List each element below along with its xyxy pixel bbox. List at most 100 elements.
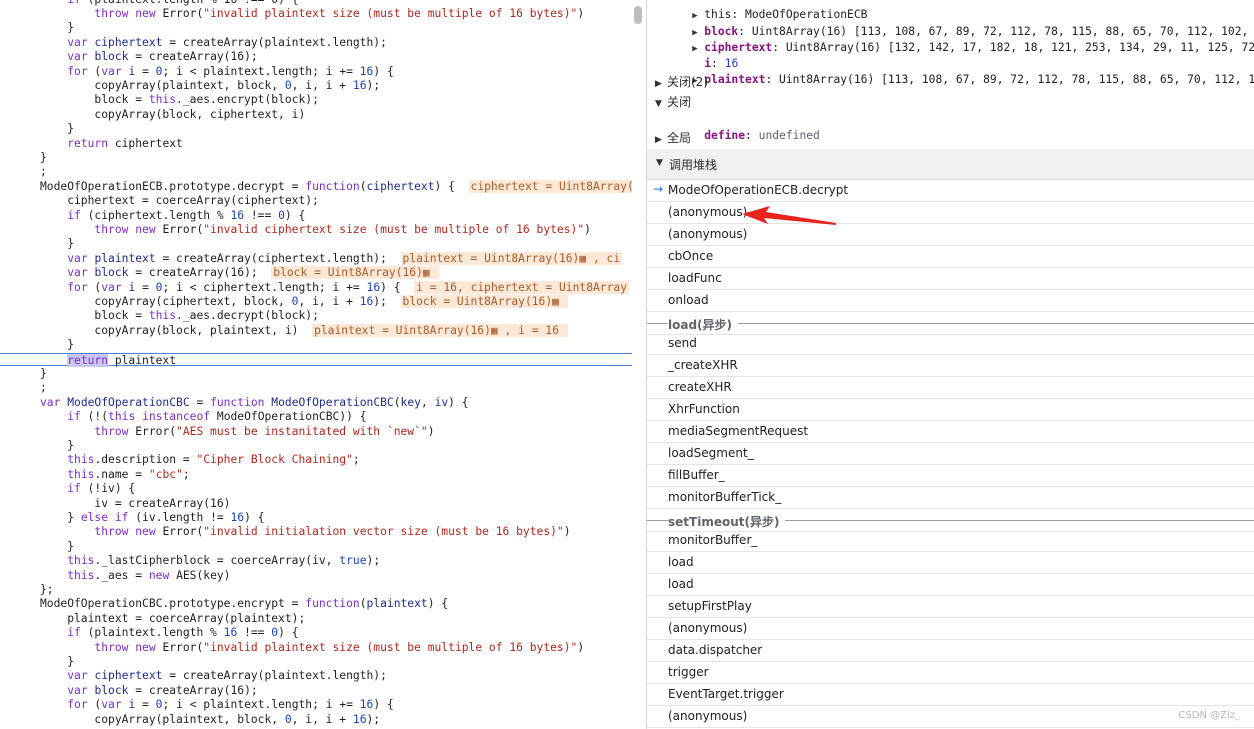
code-line[interactable]: throw Error("AES must be instanitated wi… bbox=[0, 425, 632, 439]
scope-var-block[interactable]: ▶ block: Uint8Array(16) [113, 108, 67, 89… bbox=[665, 8, 1254, 38]
scope-var-plaintext[interactable]: ▶ plaintext: Uint8Array(16) [113, 108, 67… bbox=[665, 56, 1254, 86]
call-frame[interactable]: setupFirstPlay bbox=[647, 596, 1254, 618]
code-line[interactable]: plaintext = coerceArray(plaintext); bbox=[0, 612, 632, 626]
code-line[interactable]: } bbox=[0, 21, 632, 35]
code-line[interactable]: } bbox=[0, 338, 632, 352]
code-line[interactable]: var block = createArray(16); bbox=[0, 684, 632, 698]
code-line[interactable]: block = this._aes.decrypt(block); bbox=[0, 309, 632, 323]
code-line[interactable]: throw new Error("invalid ciphertext size… bbox=[0, 223, 632, 237]
call-frame[interactable]: load bbox=[647, 552, 1254, 574]
code-line[interactable]: copyArray(block, plaintext, i) plaintext… bbox=[0, 323, 632, 338]
code-line[interactable]: }; bbox=[0, 583, 632, 597]
code-line[interactable]: this.description = "Cipher Block Chainin… bbox=[0, 453, 632, 467]
code-line[interactable]: } bbox=[0, 655, 632, 669]
call-frame[interactable]: send bbox=[647, 333, 1254, 355]
code-editor[interactable]: if (plaintext.length % 16 !== 0) { throw… bbox=[0, 0, 632, 729]
call-frame[interactable]: mediaSegmentRequest bbox=[647, 421, 1254, 443]
code-line[interactable]: for (var i = 0; i < ciphertext.length; i… bbox=[0, 280, 632, 295]
call-stack-header[interactable]: ▼ 调用堆栈 bbox=[647, 149, 1254, 180]
code-line[interactable]: throw new Error("invalid plaintext size … bbox=[0, 7, 632, 21]
scope-closure2[interactable]: ▶ 关闭(2) bbox=[655, 73, 708, 91]
code-line[interactable]: } bbox=[0, 439, 632, 453]
keyword: var bbox=[67, 251, 88, 265]
code-line[interactable]: ; bbox=[0, 165, 632, 179]
code-line[interactable]: if (!(this instanceof ModeOfOperationCBC… bbox=[0, 410, 632, 424]
expand-triangle-icon[interactable]: ▶ bbox=[655, 131, 667, 149]
code-line[interactable]: copyArray(plaintext, block, 0, i, i + 16… bbox=[0, 79, 632, 93]
scope-var-define[interactable]: define: undefined bbox=[677, 112, 820, 142]
code-text: ( bbox=[87, 280, 102, 294]
scope-var-i[interactable]: i: 16 bbox=[677, 40, 738, 70]
call-frame[interactable]: trigger bbox=[647, 662, 1254, 684]
call-frame[interactable]: monitorBuffer_ bbox=[647, 530, 1254, 552]
call-frame[interactable]: (anonymous) bbox=[647, 224, 1254, 246]
code-line[interactable]: for (var i = 0; i < plaintext.length; i … bbox=[0, 698, 632, 712]
code-line[interactable]: if (plaintext.length % 16 !== 0) { bbox=[0, 0, 632, 7]
call-frame[interactable]: (anonymous) bbox=[647, 202, 1254, 224]
code-line[interactable]: var plaintext = createArray(ciphertext.l… bbox=[0, 251, 632, 266]
expand-triangle-icon[interactable]: ▶ bbox=[655, 75, 667, 93]
call-frame[interactable]: data.dispatcher bbox=[647, 640, 1254, 662]
code-line[interactable]: return ciphertext bbox=[0, 137, 632, 151]
call-frame[interactable]: monitorBufferTick_ bbox=[647, 487, 1254, 509]
scope-var-ciphertext[interactable]: ▶ ciphertext: Uint8Array(16) [132, 142, 1… bbox=[665, 24, 1254, 54]
call-frame[interactable]: createXHR bbox=[647, 377, 1254, 399]
code-line[interactable]: copyArray(block, ciphertext, i) bbox=[0, 108, 632, 122]
code-line[interactable]: for (var i = 0; i < plaintext.length; i … bbox=[0, 65, 632, 79]
code-line-current[interactable]: return plaintext bbox=[0, 352, 632, 367]
collapse-triangle-icon[interactable]: ▼ bbox=[655, 95, 667, 113]
call-frame-label: data.dispatcher bbox=[668, 643, 763, 657]
call-frame[interactable]: fillBuffer_ bbox=[647, 465, 1254, 487]
code-line[interactable]: var block = createArray(16); block = Uin… bbox=[0, 266, 632, 280]
code-line[interactable]: ModeOfOperationCBC.prototype.encrypt = f… bbox=[0, 597, 632, 611]
call-frame[interactable]: XhrFunction bbox=[647, 399, 1254, 421]
code-line[interactable]: } bbox=[0, 237, 632, 251]
code-line[interactable]: if (plaintext.length % 16 !== 0) { bbox=[0, 626, 632, 640]
code-line[interactable]: copyArray(plaintext, block, 0, i, i + 16… bbox=[0, 713, 632, 727]
code-line[interactable]: if (!iv) { bbox=[0, 482, 632, 496]
code-line[interactable]: this._aes = new AES(key) bbox=[0, 569, 632, 583]
code-line[interactable]: ModeOfOperationECB.prototype.decrypt = f… bbox=[0, 179, 632, 194]
call-frame-label: (anonymous) bbox=[668, 709, 748, 723]
code-text: ciphertext bbox=[108, 136, 183, 150]
code-line[interactable]: block = this._aes.encrypt(block); bbox=[0, 93, 632, 107]
editor-scrollbar[interactable] bbox=[634, 6, 642, 24]
collapse-triangle-icon[interactable]: ▼ bbox=[656, 158, 668, 168]
code-line[interactable]: } bbox=[0, 151, 632, 165]
call-frame[interactable]: (anonymous) bbox=[647, 706, 1254, 728]
scope-this-row[interactable]: ▶ this: ModeOfOperationECB bbox=[665, 0, 867, 21]
call-frame[interactable]: load bbox=[647, 574, 1254, 596]
code-line[interactable]: ciphertext = coerceArray(ciphertext); bbox=[0, 194, 632, 208]
string-literal: "invalid plaintext size (must be multipl… bbox=[203, 6, 578, 20]
code-line[interactable]: this.name = "cbc"; bbox=[0, 468, 632, 482]
call-frame[interactable]: EventTarget.trigger bbox=[647, 684, 1254, 706]
code-line[interactable]: throw new Error("invalid initialation ve… bbox=[0, 525, 632, 539]
call-frame[interactable]: _createXHR bbox=[647, 355, 1254, 377]
code-line[interactable]: } bbox=[0, 540, 632, 554]
code-line[interactable]: if (ciphertext.length % 16 !== 0) { bbox=[0, 209, 632, 223]
code-line[interactable]: throw new Error("invalid plaintext size … bbox=[0, 641, 632, 655]
code-line[interactable]: var ciphertext = createArray(plaintext.l… bbox=[0, 669, 632, 683]
call-frame[interactable]: (anonymous) bbox=[647, 618, 1254, 640]
scope-global[interactable]: ▶ 全局 bbox=[655, 129, 691, 147]
call-frame[interactable]: loadFunc bbox=[647, 268, 1254, 290]
code-line[interactable]: copyArray(ciphertext, block, 0, i, i + 1… bbox=[0, 294, 632, 309]
call-frame[interactable]: cbOnce bbox=[647, 246, 1254, 268]
code-text: ); bbox=[373, 294, 401, 308]
code-line[interactable]: this._lastCipherblock = coerceArray(iv, … bbox=[0, 554, 632, 568]
call-frame[interactable]: onload bbox=[647, 290, 1254, 312]
code-line[interactable]: } else if (iv.length != 16) { bbox=[0, 511, 632, 525]
code-line[interactable]: } bbox=[0, 122, 632, 136]
code-line[interactable]: var ciphertext = createArray(plaintext.l… bbox=[0, 36, 632, 50]
code-line[interactable]: iv = createArray(16) bbox=[0, 497, 632, 511]
code-line[interactable]: ; bbox=[0, 381, 632, 395]
call-frame-current[interactable]: → ModeOfOperationECB.decrypt bbox=[647, 180, 1254, 202]
code-line[interactable]: var block = createArray(16); bbox=[0, 50, 632, 64]
code-line[interactable]: } bbox=[0, 367, 632, 381]
call-frame[interactable]: loadSegment_ bbox=[647, 443, 1254, 465]
keyword: this bbox=[67, 568, 95, 582]
scope-closure[interactable]: ▼ 关闭 bbox=[655, 93, 691, 111]
code-line[interactable]: var ModeOfOperationCBC = function ModeOf… bbox=[0, 396, 632, 410]
